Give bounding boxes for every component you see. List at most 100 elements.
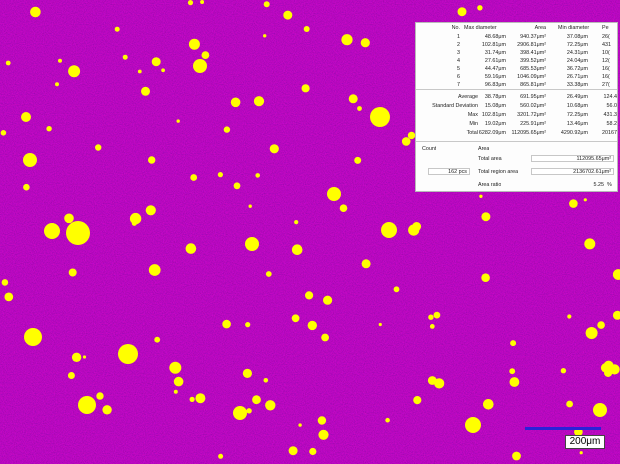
- particle: [23, 153, 37, 167]
- particle: [265, 400, 276, 411]
- particle: [408, 224, 420, 236]
- table-cell: 27.61μm: [484, 58, 506, 64]
- particle: [348, 94, 358, 104]
- count-label: Count: [422, 146, 437, 152]
- particle: [378, 322, 382, 327]
- particle: [385, 417, 390, 423]
- particle: [118, 344, 138, 364]
- particle: [23, 183, 30, 191]
- table-cell: 24.04μm: [566, 58, 588, 64]
- particle: [263, 378, 269, 383]
- area-ratio-unit: %: [607, 182, 612, 188]
- stat-value: 102.81μm: [481, 112, 506, 118]
- table-cell: 3: [457, 50, 460, 56]
- particle: [30, 6, 41, 18]
- particle: [263, 1, 270, 8]
- particle: [298, 423, 302, 427]
- particle: [584, 238, 596, 250]
- particle: [294, 220, 299, 225]
- table-cell: 7: [457, 82, 460, 88]
- stat-value: 58.2: [606, 121, 618, 127]
- col-header-min-diameter: Min diameter: [558, 25, 590, 31]
- particle: [357, 106, 362, 111]
- particle: [82, 355, 87, 359]
- particle: [354, 156, 362, 164]
- particle: [246, 408, 252, 414]
- stat-value: 26.49μm: [566, 94, 588, 100]
- particle: [218, 453, 224, 459]
- particle: [131, 220, 137, 226]
- particle: [479, 194, 483, 198]
- particle: [217, 172, 223, 178]
- particle: [593, 403, 607, 417]
- particle: [381, 222, 397, 238]
- particle: [566, 400, 573, 408]
- particle: [585, 327, 598, 339]
- stat-value: 124.4: [603, 94, 618, 100]
- particle: [71, 352, 82, 362]
- particle: [200, 0, 205, 4]
- particle: [339, 204, 348, 212]
- particle: [341, 34, 353, 46]
- table-cell: 1: [457, 34, 460, 40]
- stat-value: 19.02μm: [484, 121, 506, 127]
- particle: [233, 406, 247, 420]
- particle: [252, 395, 261, 405]
- particle: [269, 144, 279, 154]
- particle: [288, 446, 298, 456]
- measurement-panel: No. Max diameter Area Min diameter Pe 1 4…: [415, 22, 618, 192]
- particle: [429, 324, 435, 329]
- particle: [242, 368, 252, 378]
- table-cell: 685.53μm²: [520, 66, 546, 72]
- count-value: 162: [448, 169, 458, 175]
- particle: [291, 244, 303, 255]
- particle: [233, 182, 241, 190]
- particle: [46, 126, 52, 132]
- particle: [67, 372, 75, 379]
- particle: [301, 84, 310, 93]
- stat-value: 431.3: [603, 112, 618, 118]
- particle: [603, 360, 614, 371]
- particle: [24, 328, 42, 346]
- particle: [569, 199, 578, 208]
- area-label: Area: [478, 146, 490, 152]
- particle: [5, 60, 11, 66]
- stat-value: 112095.65μm²: [511, 130, 546, 136]
- stat-value: 10.68μm: [566, 103, 588, 109]
- table-cell: 16(: [602, 66, 610, 72]
- particle: [148, 156, 156, 164]
- table-cell: 6: [457, 74, 460, 80]
- particle: [55, 82, 59, 87]
- particle: [222, 319, 231, 329]
- table-cell: 44.47μm: [484, 66, 506, 72]
- area-ratio-value: 5.25: [593, 182, 605, 188]
- particle: [122, 54, 128, 60]
- total-area-label: Total area: [478, 156, 502, 162]
- stat-value: 225.91μm²: [520, 121, 546, 127]
- table-cell: 36.72μm: [566, 66, 588, 72]
- particle: [303, 26, 310, 32]
- particle: [185, 243, 197, 254]
- stat-value: 15.08μm: [484, 103, 506, 109]
- table-cell: 96.83μm: [484, 82, 506, 88]
- particle: [309, 447, 317, 456]
- particle: [305, 291, 314, 300]
- table-cell: 431: [602, 42, 611, 48]
- count-value-box: 162 pcs: [428, 168, 470, 175]
- particle: [4, 292, 14, 302]
- particle: [509, 368, 516, 375]
- table-cell: 48.68μm: [484, 34, 506, 40]
- stat-value: 560.02μm²: [520, 103, 546, 109]
- table-cell: 72.25μm: [566, 42, 588, 48]
- particle: [597, 321, 605, 329]
- stat-value: 6282.09μm: [478, 130, 506, 136]
- particle: [317, 416, 327, 425]
- particle: [68, 268, 77, 277]
- particle: [189, 396, 195, 402]
- particle: [567, 314, 572, 319]
- particle: [44, 223, 60, 239]
- particle: [190, 174, 198, 181]
- particle: [145, 205, 156, 216]
- stat-value: 4290.92μm: [560, 130, 588, 136]
- particle: [370, 107, 390, 127]
